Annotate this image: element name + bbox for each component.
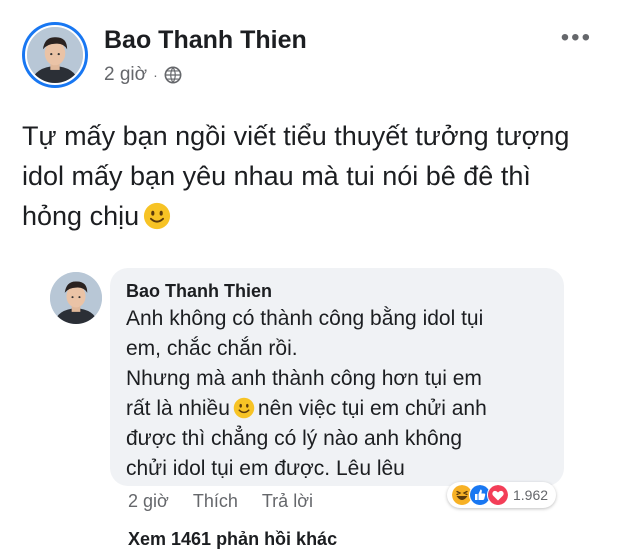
- comment-text-line: chửi idol tụi em được. Lêu lêu: [126, 457, 405, 480]
- comment-bubble: Bao Thanh Thien Anh không có thành công …: [110, 268, 564, 486]
- comment-text-line: được thì chẳng có lý nào anh không: [126, 427, 463, 450]
- love-icon: [487, 484, 509, 506]
- post-body: Tự mấy bạn ngồi viết tiểu thuyết tưởng t…: [22, 116, 602, 236]
- comment-text-line: Nhưng mà anh thành công hơn tụi em: [126, 367, 482, 390]
- reply-button[interactable]: Trả lời: [262, 491, 313, 512]
- comment-text-line: em, chắc chắn rồi.: [126, 337, 298, 360]
- more-options-icon[interactable]: •••: [561, 26, 592, 50]
- author-avatar[interactable]: [22, 22, 88, 88]
- comment-text-line: rất là nhiều nên việc tụi em chửi anh: [126, 397, 487, 420]
- post-text-line: Tự mấy bạn ngồi viết tiểu thuyết tưởng t…: [22, 121, 570, 151]
- globe-icon[interactable]: [164, 66, 182, 84]
- post-text-line: idol mấy bạn yêu nhau mà tui nói bê đê t…: [22, 161, 531, 191]
- post-text-line: hỏng chịu: [22, 196, 602, 236]
- comment-author-avatar[interactable]: [50, 272, 102, 324]
- comment-text: Anh không có thành công bằng idol tụi em…: [126, 304, 548, 484]
- avatar-photo-icon: [27, 27, 83, 83]
- slightly-smiling-face-icon: [144, 202, 171, 230]
- reaction-count: 1.962: [513, 487, 549, 503]
- post-time[interactable]: 2 giờ: [104, 64, 147, 86]
- post-author-name[interactable]: Bao Thanh Thien: [104, 26, 307, 55]
- comment-author-name[interactable]: Bao Thanh Thien: [126, 280, 548, 302]
- post-meta: 2 giờ ·: [104, 64, 182, 86]
- slightly-smiling-face-icon: [233, 397, 255, 419]
- comment-time[interactable]: 2 giờ: [128, 491, 169, 512]
- reaction-summary[interactable]: 1.962: [447, 482, 557, 508]
- view-more-replies-link[interactable]: Xem 1461 phản hồi khác: [128, 529, 337, 550]
- meta-separator: ·: [153, 67, 158, 83]
- post-header: Bao Thanh Thien 2 giờ · •••: [22, 22, 598, 94]
- comment-text-line: Anh không có thành công bằng idol tụi: [126, 307, 484, 330]
- like-button[interactable]: Thích: [193, 491, 238, 512]
- avatar-photo-icon: [50, 272, 102, 324]
- comment-actions: 2 giờ Thích Trả lời: [128, 491, 313, 512]
